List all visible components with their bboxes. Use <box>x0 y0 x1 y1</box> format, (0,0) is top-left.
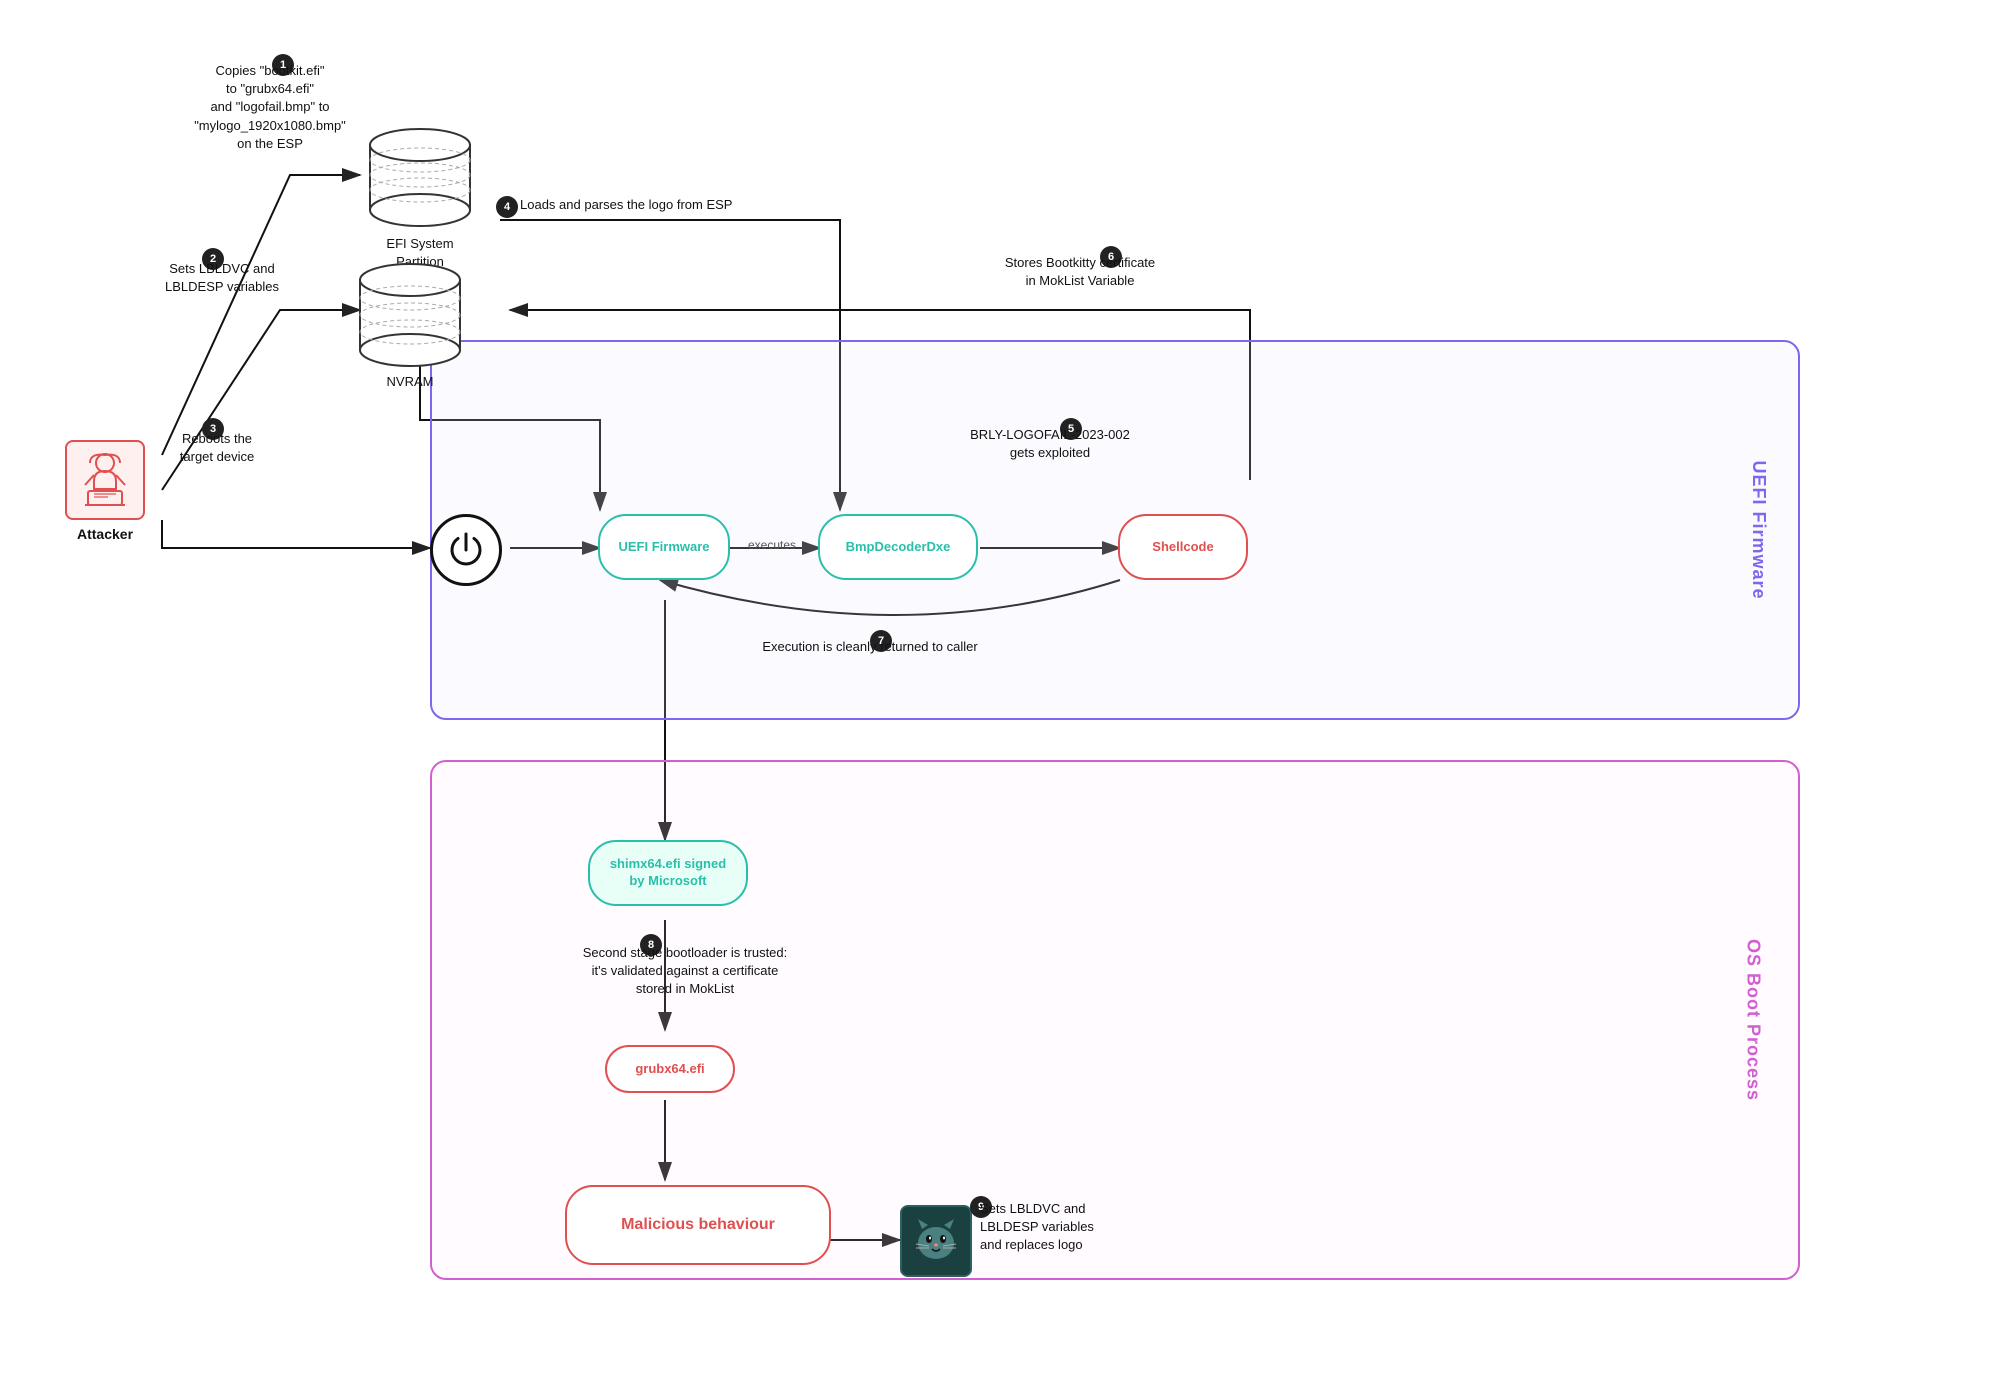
shellcode-node: Shellcode <box>1118 514 1248 580</box>
uefi-region-label: UEFI Firmware <box>1748 460 1769 599</box>
step-1-annotation: Copies "bootkit.efi" to "grubx64.efi" an… <box>170 62 370 153</box>
uefi-firmware-label: UEFI Firmware <box>618 539 709 556</box>
power-button-node <box>430 514 502 586</box>
nvram-node: NVRAM <box>350 255 470 375</box>
bmp-decoder-label: BmpDecoderDxe <box>846 539 951 556</box>
nvram-label: NVRAM <box>350 373 470 391</box>
uefi-firmware-node: UEFI Firmware <box>598 514 730 580</box>
shellcode-label: Shellcode <box>1152 539 1213 556</box>
bmp-decoder-node: BmpDecoderDxe <box>818 514 978 580</box>
attacker-node: Attacker <box>50 440 160 542</box>
step-2-annotation: Sets LBLDVC and LBLDESP variables <box>142 260 302 296</box>
attacker-icon <box>65 440 145 520</box>
attacker-label: Attacker <box>50 526 160 542</box>
kitty-icon-node <box>900 1205 972 1277</box>
malicious-behaviour-node: Malicious behaviour <box>565 1185 831 1265</box>
step-8-annotation: Second stage bootloader is trusted: it's… <box>510 944 860 999</box>
executes-label: executes <box>748 538 796 552</box>
step-4-annotation: Loads and parses the logo from ESP <box>520 196 800 214</box>
step-4-circle: 4 <box>496 196 518 218</box>
step-7-annotation: Execution is cleanly returned to caller <box>710 638 1030 656</box>
os-region-label: OS Boot Process <box>1742 939 1763 1101</box>
step-3-annotation: Reboots the target device <box>152 430 282 466</box>
step-5-annotation: BRLY-LOGOFAIL-2023-002 gets exploited <box>930 426 1170 462</box>
diagram-container: UEFI Firmware OS Boot Process <box>0 0 1999 1400</box>
efi-partition-node: EFI SystemPartition <box>360 120 480 230</box>
shimx64-node: shimx64.efi signed by Microsoft <box>588 840 748 906</box>
step-6-annotation: Stores Bootkitty certificate in MokList … <box>940 254 1220 290</box>
grubx64-label: grubx64.efi <box>635 1061 704 1078</box>
step-9-annotation: Sets LBLDVC and LBLDESP variables and re… <box>980 1200 1180 1255</box>
grubx64-node: grubx64.efi <box>605 1045 735 1093</box>
malicious-behaviour-label: Malicious behaviour <box>621 1215 775 1236</box>
shimx64-label: shimx64.efi signed by Microsoft <box>610 856 726 890</box>
